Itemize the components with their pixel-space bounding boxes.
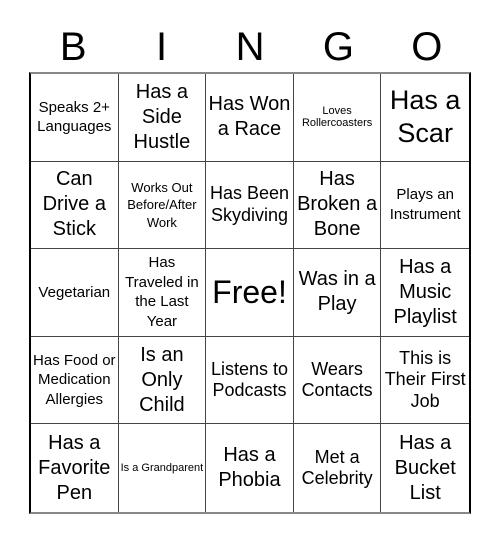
bingo-cell-text: Vegetarian (38, 283, 111, 301)
bingo-cell-text: Was in a Play (298, 268, 376, 316)
bingo-cell[interactable]: Has Won a Race (206, 74, 294, 162)
bingo-cell-text: Has Won a Race (208, 93, 291, 141)
bingo-cell-text: Plays an Instrument (389, 186, 461, 223)
bingo-cell[interactable]: Can Drive a Stick (31, 161, 119, 250)
header-letter-i: I (156, 25, 168, 69)
bingo-cell[interactable]: Listens to Podcasts (206, 336, 294, 425)
bingo-cell[interactable]: Works Out Before/After Work (118, 161, 207, 250)
header-letter-o: O (411, 25, 443, 69)
bingo-cell[interactable]: Was in a Play (293, 249, 382, 337)
bingo-cell-text: Met a Celebrity (301, 446, 373, 489)
header-letter-b: B (59, 25, 87, 69)
bingo-cell-text: Free! (212, 273, 287, 310)
bingo-cell-text: Has Food or Medication Allergies (33, 351, 116, 408)
bingo-cell[interactable]: Wears Contacts (293, 336, 382, 425)
bingo-cell-text: Has a Favorite Pen (38, 431, 111, 504)
bingo-cell-text: Has Been Skydiving (209, 183, 290, 225)
bingo-cell[interactable]: Has a Music Playlist (381, 249, 469, 337)
bingo-cell[interactable]: Has Traveled in the Last Year (118, 249, 207, 337)
bingo-cell[interactable]: Met a Celebrity (294, 424, 382, 512)
bingo-cell[interactable]: This is Their First Job (381, 337, 469, 425)
bingo-cell-text: This is Their First Job (384, 347, 466, 411)
bingo-cell-text: Speaks 2+ Languages (37, 98, 112, 136)
bingo-cell[interactable]: Has Been Skydiving (206, 161, 294, 250)
header-letter-n: N (235, 25, 265, 69)
bingo-cell-text: Has a Phobia (218, 444, 281, 492)
bingo-cell[interactable]: Plays an Instrument (381, 162, 469, 250)
bingo-cell-text: Works Out Before/After Work (127, 179, 197, 230)
bingo-cell-text: Has a Scar (389, 84, 461, 149)
bingo-cell[interactable]: Is an Only Child (118, 336, 207, 425)
bingo-cell[interactable]: Speaks 2+ Languages (31, 74, 119, 162)
bingo-cell-text: Has a Music Playlist (393, 255, 457, 328)
bingo-cell-text: Has Broken a Bone (297, 168, 378, 241)
bingo-cell-text: Has a Side Hustle (133, 80, 191, 153)
bingo-cell-text: Is a Grandparent (120, 462, 204, 475)
bingo-grid: Speaks 2+ Languages Has a Side Hustle Has … (29, 72, 471, 514)
bingo-header: B I N G O (29, 22, 471, 72)
bingo-cell[interactable]: Has a Bucket List (381, 424, 469, 512)
bingo-cell[interactable]: Has a Scar (381, 74, 469, 162)
bingo-cell[interactable]: Has Food or Medication Allergies (31, 336, 119, 425)
bingo-cell[interactable]: Is a Grandparent (119, 424, 207, 512)
bingo-cell[interactable]: Loves Rollercoasters (293, 74, 382, 162)
bingo-cell[interactable]: Has a Side Hustle (118, 74, 207, 162)
free-space-cell[interactable]: Free! (206, 249, 294, 337)
bingo-cell-text: Is an Only Child (139, 343, 185, 416)
bingo-cell[interactable]: Has Broken a Bone (293, 161, 382, 250)
bingo-cell[interactable]: Has a Phobia (206, 424, 294, 512)
header-letter-g: G (322, 25, 354, 69)
bingo-cell-text: Has Traveled in the Last Year (125, 254, 199, 330)
bingo-cell-text: Has a Bucket List (394, 431, 456, 504)
bingo-cell[interactable]: Has a Favorite Pen (31, 424, 119, 512)
bingo-cell-text: Loves Rollercoasters (301, 104, 373, 130)
bingo-cell[interactable]: Vegetarian (31, 249, 119, 337)
bingo-cell-text: Wears Contacts (301, 358, 373, 401)
bingo-cell-text: Listens to Podcasts (210, 358, 289, 401)
bingo-cell-text: Can Drive a Stick (42, 168, 106, 241)
